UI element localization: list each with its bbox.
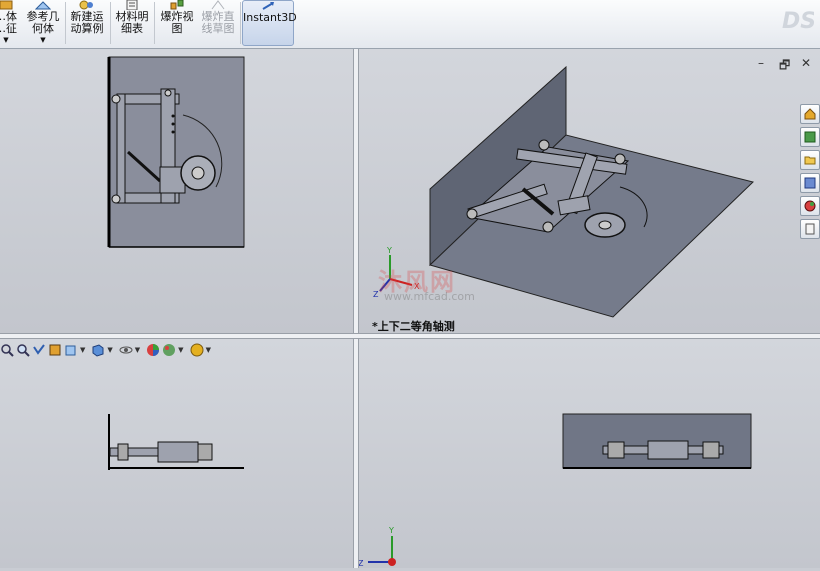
instant3d-label: Instant3D — [243, 11, 297, 24]
separator — [240, 2, 241, 44]
chevron-down-icon[interactable]: ▼ — [135, 346, 140, 354]
chevron-down-icon[interactable]: ▼ — [107, 346, 112, 354]
view-orientation-icon[interactable] — [64, 343, 78, 357]
display-style-icon[interactable] — [91, 343, 105, 357]
restore-button[interactable]: 🗗 — [779, 56, 790, 77]
display-settings-icon[interactable] — [190, 343, 204, 357]
instant3d-button[interactable]: Instant3D — [242, 0, 297, 46]
folder-icon[interactable] — [800, 150, 820, 170]
viewport-right[interactable]: Y Z — [358, 338, 820, 568]
chevron-down-icon[interactable]: ▼ — [178, 346, 183, 354]
bom-icon — [126, 0, 138, 10]
custom-properties-icon[interactable] — [800, 219, 820, 239]
solidworks-logo-icon: DS — [782, 9, 814, 34]
appearance-icon[interactable] — [800, 196, 820, 216]
watermark: 沐风网 www.mfcad.com — [328, 262, 475, 303]
instant3d-icon — [262, 2, 274, 10]
minimize-button[interactable]: – — [758, 56, 764, 70]
new-motion-study-button[interactable]: 新建运 动算例 — [68, 0, 106, 46]
reference-geometry-icon — [35, 1, 51, 10]
features-label: …体 …征 — [0, 10, 17, 35]
explode-line-sketch-button[interactable]: 爆炸直 线草图 — [198, 0, 238, 46]
top-view-model — [108, 414, 244, 470]
bill-of-materials-label: 材料明 细表 — [115, 10, 149, 35]
watermark-url: www.mfcad.com — [384, 290, 475, 303]
reference-geometry-button[interactable]: 参考几 何体 ▼ — [24, 0, 62, 46]
task-pane-tabs — [800, 104, 820, 242]
svg-text:DS: DS — [782, 9, 814, 34]
explode-line-sketch-label: 爆炸直 线草图 — [201, 10, 235, 35]
section-view-icon[interactable] — [48, 343, 62, 357]
new-motion-study-label: 新建运 动算例 — [70, 10, 104, 35]
view-palette-icon[interactable] — [800, 173, 820, 193]
view-orientation-label: *上下二等角轴测 — [372, 320, 455, 333]
separator — [110, 2, 111, 44]
apply-scene-icon[interactable] — [162, 343, 176, 357]
explode-line-sketch-icon — [211, 0, 225, 10]
exploded-view-button[interactable]: 爆炸视 图 — [157, 0, 197, 46]
separator — [65, 2, 66, 44]
front-view-model — [107, 56, 245, 248]
triad-right: Y Z — [358, 526, 396, 568]
viewport-splitter-vertical[interactable] — [353, 49, 359, 568]
right-view-model — [562, 413, 752, 469]
exploded-view-icon — [170, 0, 184, 10]
viewport-front[interactable] — [0, 49, 353, 333]
features-button[interactable]: …体 …征 ▼ — [0, 0, 22, 46]
heads-up-view-toolbar: ▼ ▼ ▼ ▼ ▼ — [0, 341, 215, 359]
separator — [154, 2, 155, 44]
edit-appearance-icon[interactable] — [146, 343, 160, 357]
home-icon[interactable] — [800, 104, 820, 124]
chevron-down-icon[interactable]: ▼ — [24, 36, 62, 44]
bill-of-materials-button[interactable]: 材料明 细表 — [113, 0, 151, 46]
reference-geometry-label: 参考几 何体 — [26, 10, 60, 35]
hide-show-icon[interactable] — [119, 343, 133, 357]
exploded-view-label: 爆炸视 图 — [160, 10, 194, 35]
previous-view-icon[interactable] — [32, 343, 46, 357]
chevron-down-icon[interactable]: ▼ — [0, 36, 22, 44]
zoom-to-fit-icon[interactable] — [0, 343, 14, 357]
feature-icon — [0, 0, 13, 10]
chevron-down-icon[interactable]: ▼ — [80, 346, 85, 354]
close-button[interactable]: ✕ — [801, 56, 811, 70]
viewport-top[interactable] — [0, 338, 353, 568]
chevron-down-icon[interactable]: ▼ — [206, 346, 211, 354]
triad-y-label: Y — [388, 526, 394, 535]
motion-study-icon — [79, 0, 93, 10]
triad-y-label: Y — [386, 246, 392, 255]
command-manager-toolbar: …体 …征 ▼ 参考几 何体 ▼ 新建运 动算例 材料明 细表 爆炸视 图 爆炸… — [0, 0, 820, 49]
zoom-area-icon[interactable] — [16, 343, 30, 357]
resources-icon[interactable] — [800, 127, 820, 147]
